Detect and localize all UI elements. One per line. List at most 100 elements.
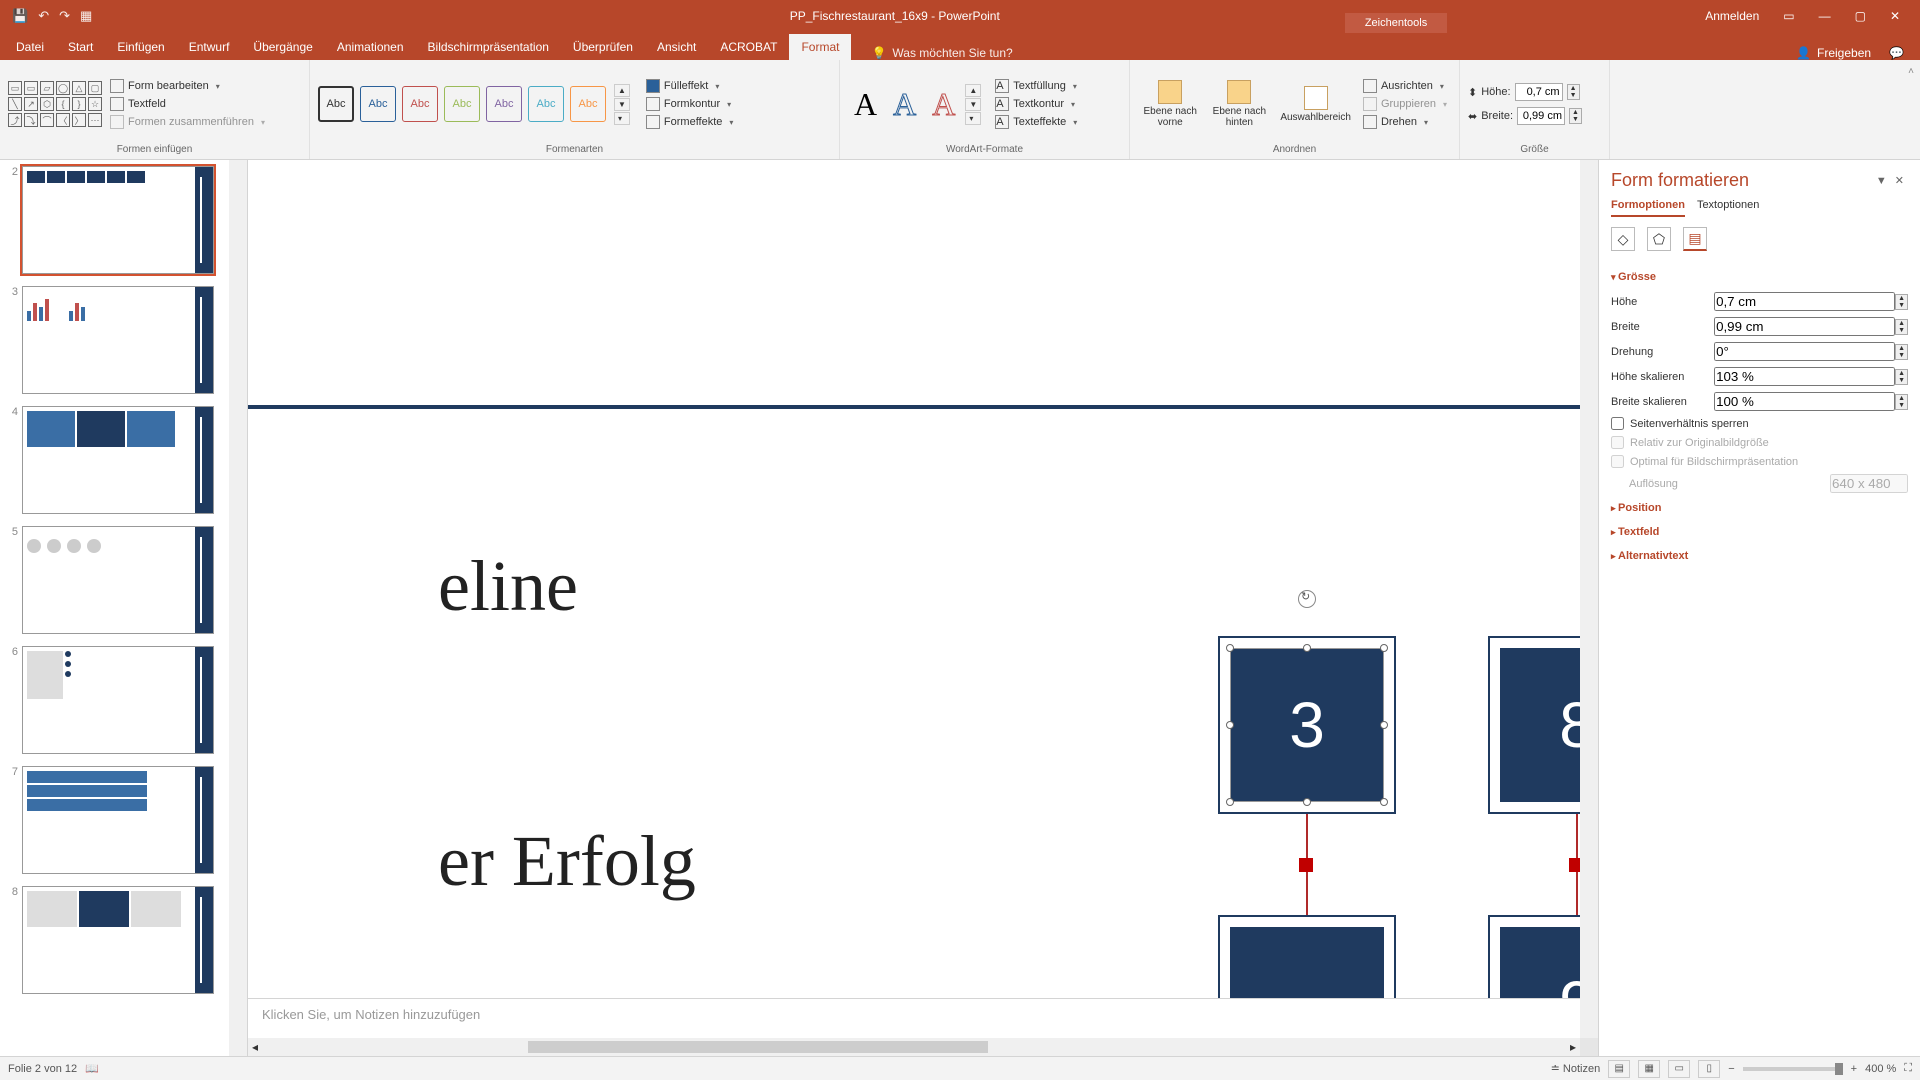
zoom-out-icon[interactable]: − [1728, 1063, 1734, 1075]
pane-tab-shape-options[interactable]: Formoptionen [1611, 195, 1685, 217]
close-icon[interactable]: ✕ [1882, 5, 1908, 27]
zoom-level[interactable]: 400 % [1865, 1063, 1896, 1075]
selection-handle[interactable] [1380, 798, 1388, 806]
vertical-scrollbar[interactable] [1580, 160, 1598, 1038]
prop-rotation-input[interactable] [1714, 342, 1895, 361]
slide-thumbnail[interactable]: 5 [0, 520, 247, 640]
height-up-icon[interactable]: ▲ [1568, 85, 1579, 92]
text-effects-button[interactable]: ATexteffekte [991, 114, 1081, 130]
bring-forward-button[interactable]: Ebene nach vorne [1138, 78, 1202, 130]
text-fill-button[interactable]: ATextfüllung [991, 78, 1081, 94]
slide-thumbnail[interactable]: 8 [0, 880, 247, 1000]
save-icon[interactable]: 💾 [12, 8, 28, 24]
slide-thumbnail[interactable]: 2 [0, 160, 247, 280]
tab-home[interactable]: Start [56, 34, 105, 60]
spin-down-icon[interactable]: ▼ [1896, 352, 1907, 359]
slide-text[interactable]: er Erfolg [438, 820, 696, 903]
spin-up-icon[interactable]: ▲ [1896, 345, 1907, 352]
undo-icon[interactable]: ↶ [38, 8, 49, 24]
selection-handle[interactable] [1380, 644, 1388, 652]
send-backward-button[interactable]: Ebene nach hinten [1206, 78, 1272, 130]
wa-gallery-more-icon[interactable]: ▾ [965, 112, 981, 125]
shape-card[interactable]: 3 [1218, 636, 1396, 814]
shape-outline-button[interactable]: Formkontur [642, 96, 738, 112]
slide-thumbnail-panel[interactable]: 2 3 4 5 6 [0, 160, 248, 1056]
spin-down-icon[interactable]: ▼ [1896, 402, 1907, 409]
wa-gallery-up-icon[interactable]: ▲ [965, 84, 981, 97]
selection-handle[interactable] [1303, 644, 1311, 652]
zoom-slider[interactable] [1743, 1067, 1843, 1071]
height-down-icon[interactable]: ▼ [1568, 92, 1579, 99]
height-input[interactable] [1515, 83, 1563, 101]
ribbon-display-options-icon[interactable]: ▭ [1775, 5, 1802, 27]
share-button[interactable]: Freigeben [1817, 46, 1871, 60]
spin-up-icon[interactable]: ▲ [1896, 395, 1907, 402]
prop-scale-w-input[interactable] [1714, 392, 1895, 411]
spin-up-icon[interactable]: ▲ [1896, 295, 1907, 302]
tab-animations[interactable]: Animationen [325, 34, 416, 60]
tab-transitions[interactable]: Übergänge [241, 34, 324, 60]
normal-view-icon[interactable]: ▤ [1608, 1060, 1630, 1078]
section-alttext[interactable]: Alternativtext [1611, 544, 1908, 568]
maximize-icon[interactable]: ▢ [1847, 5, 1874, 27]
connector-marker[interactable] [1569, 858, 1580, 872]
gallery-down-icon[interactable]: ▼ [614, 98, 630, 111]
edit-shape-button[interactable]: Form bearbeiten [106, 78, 269, 94]
style-swatch[interactable]: Abc [402, 86, 438, 122]
slide-thumbnail[interactable]: 6 [0, 640, 247, 760]
section-position[interactable]: Position [1611, 496, 1908, 520]
shape-style-gallery[interactable]: Abc Abc Abc Abc Abc Abc Abc [318, 86, 606, 122]
slide-thumbnail[interactable]: 3 [0, 280, 247, 400]
spin-down-icon[interactable]: ▼ [1896, 377, 1907, 384]
spin-up-icon[interactable]: ▲ [1896, 370, 1907, 377]
group-button[interactable]: Gruppieren [1359, 96, 1451, 112]
redo-icon[interactable]: ↷ [59, 8, 70, 24]
start-from-beginning-icon[interactable]: ▦ [80, 8, 92, 24]
spin-down-icon[interactable]: ▼ [1896, 302, 1907, 309]
slide-thumbnail[interactable]: 4 [0, 400, 247, 520]
section-size[interactable]: Grösse [1611, 265, 1908, 289]
selection-handle[interactable] [1380, 721, 1388, 729]
textbox-button[interactable]: Textfeld [106, 96, 269, 112]
width-input[interactable] [1517, 107, 1565, 125]
align-button[interactable]: Ausrichten [1359, 78, 1451, 94]
pane-close-icon[interactable]: ✕ [1891, 172, 1908, 189]
merge-shapes-button[interactable]: Formen zusammenführen [106, 114, 269, 130]
style-swatch[interactable]: Abc [360, 86, 396, 122]
tab-design[interactable]: Entwurf [177, 34, 242, 60]
selection-handle[interactable] [1226, 721, 1234, 729]
spin-up-icon[interactable]: ▲ [1896, 320, 1907, 327]
style-swatch[interactable]: Abc [318, 86, 354, 122]
selection-pane-button[interactable]: Auswahlbereich [1276, 84, 1355, 125]
prop-height-input[interactable] [1714, 292, 1895, 311]
wa-gallery-down-icon[interactable]: ▼ [965, 98, 981, 111]
selection-handle[interactable] [1226, 798, 1234, 806]
collapse-ribbon-icon[interactable]: ˄ [1902, 60, 1920, 159]
sorter-view-icon[interactable]: ▦ [1638, 1060, 1660, 1078]
wordart-style[interactable]: A [926, 86, 961, 123]
tab-insert[interactable]: Einfügen [105, 34, 176, 60]
prop-scale-h-input[interactable] [1714, 367, 1895, 386]
selection-handle[interactable] [1226, 644, 1234, 652]
shape-effects-button[interactable]: Formeffekte [642, 114, 738, 130]
slide-counter[interactable]: Folie 2 von 12 [8, 1063, 77, 1075]
size-properties-icon[interactable]: ▤ [1683, 227, 1707, 251]
tab-file[interactable]: Datei [4, 34, 56, 60]
zoom-in-icon[interactable]: + [1851, 1063, 1857, 1075]
comments-icon[interactable]: 💬 [1889, 46, 1904, 60]
pane-dropdown-icon[interactable]: ▼ [1872, 173, 1891, 189]
notes-toggle[interactable]: ≐ Notizen [1551, 1062, 1601, 1075]
thumbnail-scrollbar[interactable] [229, 160, 247, 1056]
style-swatch[interactable]: Abc [570, 86, 606, 122]
selection-handle[interactable] [1303, 798, 1311, 806]
style-swatch[interactable]: Abc [528, 86, 564, 122]
shapes-gallery[interactable]: ▭▭▱◯△▢ ╲↗⬡{}☆ ⤴⤵⌒〈〉⋯ [8, 81, 102, 127]
horizontal-scrollbar[interactable]: ◂▸ [248, 1038, 1580, 1056]
tab-slideshow[interactable]: Bildschirmpräsentation [416, 34, 561, 60]
tab-acrobat[interactable]: ACROBAT [708, 34, 789, 60]
wordart-style[interactable]: A [848, 86, 883, 123]
minimize-icon[interactable]: — [1811, 5, 1839, 27]
slide-text[interactable]: eline [438, 545, 578, 628]
lock-aspect-checkbox[interactable] [1611, 417, 1624, 430]
wordart-style[interactable]: A [887, 86, 922, 123]
